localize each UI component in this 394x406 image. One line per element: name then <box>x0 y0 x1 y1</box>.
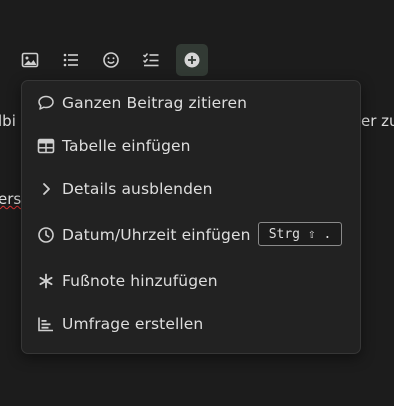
menu-item-add-footnote[interactable]: Fußnote hinzufügen <box>22 263 360 299</box>
menu-item-create-poll[interactable]: Umfrage erstellen <box>22 306 360 342</box>
image-icon <box>21 52 39 68</box>
more-options-button[interactable] <box>176 44 208 76</box>
menu-item-insert-table[interactable]: Tabelle einfügen <box>22 128 360 164</box>
menu-item-label: Fußnote hinzufügen <box>62 272 218 290</box>
clock-icon <box>37 226 55 244</box>
bar-chart-icon <box>37 315 55 333</box>
chevron-right-icon <box>37 180 55 198</box>
asterisk-icon <box>37 272 55 290</box>
editor-text-fragment: lbi <box>0 112 16 130</box>
menu-item-label: Ganzen Beitrag zitieren <box>62 94 247 112</box>
misspelled-word-fragment: ers <box>0 190 22 208</box>
emoji-button[interactable] <box>95 44 127 76</box>
insert-image-button[interactable] <box>14 44 46 76</box>
menu-item-label: Umfrage erstellen <box>62 315 204 333</box>
keyboard-shortcut: Strg ⇧ . <box>258 222 342 246</box>
checklist-button[interactable] <box>135 44 167 76</box>
bullet-list-icon <box>63 53 78 67</box>
menu-item-hide-details[interactable]: Details ausblenden <box>22 171 360 207</box>
plus-circle-icon <box>184 52 200 68</box>
menu-item-label: Details ausblenden <box>62 180 213 198</box>
menu-item-insert-datetime[interactable]: Datum/Uhrzeit einfügen Strg ⇧ . <box>22 217 360 253</box>
editor-text-fragment: er zu <box>361 112 394 130</box>
menu-item-label: Datum/Uhrzeit einfügen <box>62 226 251 244</box>
insert-options-menu: Ganzen Beitrag zitieren Tabelle einfügen… <box>21 80 361 354</box>
table-icon <box>37 137 55 155</box>
speech-bubble-icon <box>37 94 55 112</box>
checklist-icon <box>142 53 159 67</box>
menu-item-quote-post[interactable]: Ganzen Beitrag zitieren <box>22 85 360 121</box>
emoji-icon <box>103 52 119 68</box>
menu-item-label: Tabelle einfügen <box>62 137 191 155</box>
bullet-list-button[interactable] <box>55 44 87 76</box>
